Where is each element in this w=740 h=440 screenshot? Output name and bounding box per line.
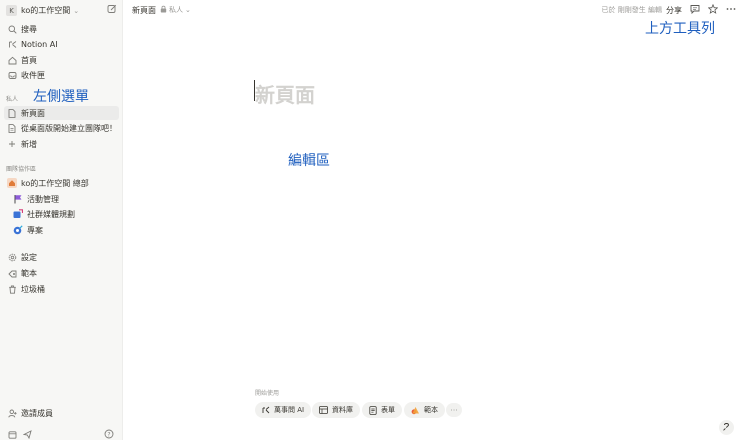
workspace-switcher[interactable]: K ko的工作空間 ⌄ — [4, 3, 119, 18]
sidebar-item-label: 專案 — [27, 225, 43, 235]
sidebar-item-label: 設定 — [21, 252, 37, 262]
sidebar-item-label: 活動管理 — [27, 194, 59, 204]
chip-label: 範本 — [424, 406, 438, 414]
page-title-input[interactable]: 新頁面 — [255, 79, 315, 108]
chip-label: 萬事問 AI — [274, 406, 305, 414]
sidebar-item-label: 範本 — [21, 268, 37, 278]
template-button[interactable]: 範本 — [404, 402, 445, 418]
sidebar-item-events[interactable]: 活動管理 — [4, 192, 119, 206]
sidebar-item-inbox[interactable]: 收件匣 — [4, 68, 119, 82]
sidebar-item-label: 邀請成員 — [21, 408, 53, 418]
page-icon — [7, 108, 17, 118]
ask-ai-button[interactable]: 萬事問 AI — [255, 402, 312, 418]
chevron-down-icon: ⌄ — [185, 6, 191, 14]
inbox-icon — [7, 70, 17, 80]
new-page-icon[interactable] — [107, 4, 117, 14]
sidebar-item-label: 社群媒體規劃 — [27, 209, 75, 219]
sidebar-item-label: 搜尋 — [21, 24, 37, 34]
gear-icon — [7, 252, 17, 262]
target-icon — [13, 225, 23, 235]
calendar-icon[interactable] — [7, 429, 17, 439]
lock-icon — [160, 5, 167, 15]
sidebar-item-home[interactable]: 首頁 — [4, 53, 119, 67]
more-options-icon[interactable] — [726, 4, 736, 14]
sidebar-item-templates[interactable]: 範本 — [4, 266, 119, 280]
annotation-sidebar: 左側選單 — [33, 89, 89, 105]
trash-icon — [7, 284, 17, 294]
sidebar-item-label: 垃圾桶 — [21, 284, 45, 294]
home-icon — [7, 55, 17, 65]
star-icon[interactable] — [708, 4, 718, 14]
form-icon — [369, 405, 377, 415]
team-section-label: 團隊協作區 — [6, 166, 37, 173]
sidebar-item-projects[interactable]: 專案 — [4, 223, 119, 237]
sidebar-item-label: 收件匣 — [21, 70, 45, 80]
share-button[interactable]: 分享 — [666, 5, 682, 16]
sidebar-item-add[interactable]: 新增 — [4, 137, 119, 151]
plus-icon — [7, 139, 17, 149]
help-button[interactable] — [719, 420, 734, 435]
chip-label: 資料庫 — [332, 406, 353, 414]
sidebar-item-search[interactable]: 搜尋 — [4, 22, 119, 36]
sidebar-item-new-page[interactable]: 新頁面 — [4, 106, 119, 120]
private-section-label: 私人 — [6, 96, 19, 103]
sidebar-item-label: 新頁面 — [21, 108, 45, 118]
search-icon — [7, 24, 17, 34]
sidebar-item-notion-ai[interactable]: Notion AI — [4, 37, 119, 51]
help-icon — [722, 422, 731, 433]
svg-text:?: ? — [107, 431, 110, 438]
sidebar-item-desktop-team[interactable]: 從桌面版開始建立團隊吧！ — [4, 121, 119, 135]
workspace-name: ko的工作空間 — [21, 6, 71, 15]
social-icon — [13, 209, 23, 219]
sidebar-item-hq[interactable]: ko的工作空間 總部 — [4, 176, 119, 190]
help-icon[interactable]: ? — [104, 429, 114, 439]
workspace-avatar: K — [6, 5, 17, 16]
send-icon[interactable] — [22, 429, 32, 439]
database-button[interactable]: 資料庫 — [312, 402, 360, 418]
annotation-editor: 編輯區 — [288, 153, 330, 169]
page-icon — [7, 123, 17, 133]
breadcrumb-page-title[interactable]: 新頁面 — [132, 5, 156, 16]
sidebar-item-label: ko的工作空間 總部 — [21, 178, 89, 188]
sidebar-item-label: 首頁 — [21, 55, 37, 65]
notion-ai-icon — [7, 39, 17, 49]
last-edited-text: 已於 剛剛發生 編輯 — [601, 6, 662, 14]
privacy-label: 私人 — [169, 6, 183, 14]
home-orange-icon — [7, 178, 17, 188]
sidebar-item-label: Notion AI — [21, 39, 58, 49]
table-icon — [319, 406, 328, 414]
chip-label: 表單 — [381, 406, 395, 414]
more-options-button[interactable]: ··· — [446, 403, 462, 417]
sidebar-item-label: 新增 — [21, 139, 37, 149]
comment-icon[interactable] — [690, 4, 700, 14]
template-icon — [7, 268, 17, 278]
sidebar-item-settings[interactable]: 設定 — [4, 250, 119, 264]
flag-icon — [13, 194, 23, 204]
sidebar-item-label: 從桌面版開始建立團隊吧！ — [21, 123, 117, 133]
invite-icon — [7, 408, 17, 418]
template-color-icon — [411, 406, 420, 415]
form-button[interactable]: 表單 — [362, 402, 402, 418]
sidebar: K ko的工作空間 ⌄ 搜尋 Notion AI 首頁 收件匣 私人 新頁面 從… — [0, 0, 123, 440]
privacy-indicator[interactable]: 私人 ⌄ — [160, 5, 191, 15]
get-started-label: 開始使用 — [255, 390, 280, 397]
annotation-toolbar: 上方工具列 — [645, 21, 715, 37]
invite-members-button[interactable]: 邀請成員 — [4, 406, 119, 420]
ai-icon — [262, 406, 270, 414]
sidebar-item-social[interactable]: 社群媒體規劃 — [4, 207, 119, 221]
chevron-down-icon: ⌄ — [73, 6, 80, 15]
sidebar-item-trash[interactable]: 垃圾桶 — [4, 282, 119, 296]
